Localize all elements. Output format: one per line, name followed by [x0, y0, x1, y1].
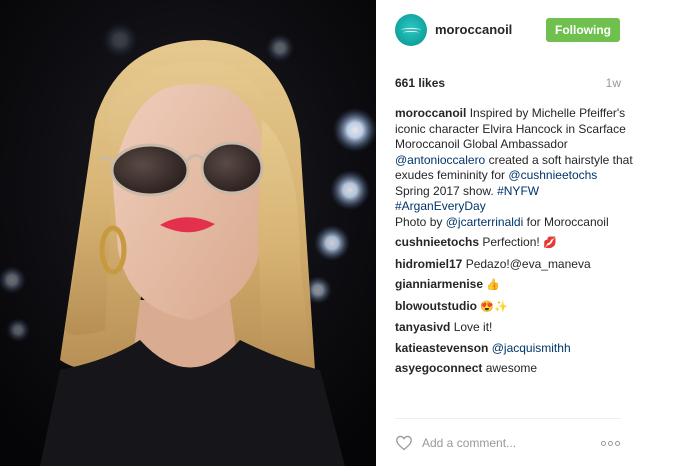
- author-username[interactable]: moroccanoil: [435, 22, 512, 37]
- heart-icon[interactable]: [395, 435, 413, 451]
- caption-text: Spring 2017 show.: [395, 183, 494, 198]
- mention-link[interactable]: @jcarterrinaldi: [446, 215, 524, 229]
- comment-username[interactable]: tanyasivd: [395, 320, 450, 334]
- post-header: moroccanoil Following: [376, 0, 700, 60]
- comment-username[interactable]: cushnieetochs: [395, 235, 479, 249]
- post-time[interactable]: 1w: [606, 76, 621, 90]
- comment-text: Love it!: [453, 320, 493, 334]
- mention-link[interactable]: @antonioccalero: [395, 153, 485, 167]
- mention-link[interactable]: @cushnieetochs: [508, 168, 597, 182]
- comment-username[interactable]: hidromiel17: [395, 257, 462, 271]
- comment-username[interactable]: blowoutstudio: [395, 299, 477, 313]
- comment-username[interactable]: gianniarmenise: [395, 277, 483, 291]
- comment-username[interactable]: katieastevenson: [395, 341, 488, 355]
- hashtag-link[interactable]: #NYFW: [497, 184, 539, 198]
- comment-text: Pedazo!@eva_maneva: [465, 256, 591, 271]
- caption: moroccanoil Inspired by Michelle Pfeiffe…: [395, 106, 633, 230]
- caption-username[interactable]: moroccanoil: [395, 106, 466, 120]
- likes-row: 661 likes 1w: [395, 76, 621, 92]
- lips-emoji-icon: 💋: [543, 237, 557, 249]
- caption-text: for Moroccanoil: [526, 214, 609, 229]
- comment-text: awesome: [485, 361, 538, 375]
- comment-item: blowoutstudio 😍✨: [395, 299, 633, 316]
- avatar[interactable]: [395, 14, 427, 46]
- likes-count[interactable]: 661 likes: [395, 76, 445, 90]
- hashtag-link[interactable]: #ArganEveryDay: [395, 199, 486, 213]
- caption-text: Photo by: [395, 214, 443, 229]
- comment-item: hidromiel17 Pedazo!@eva_maneva: [395, 257, 633, 273]
- post-side-panel: moroccanoil Following 661 likes 1w moroc…: [376, 0, 700, 466]
- runway-model-image: [0, 0, 376, 466]
- logo-wave-icon-2: [403, 31, 419, 34]
- thumbs-up-emoji-icon: 👍: [486, 279, 501, 291]
- comment-item: gianniarmenise 👍: [395, 277, 633, 294]
- comment-item: cushnieetochs Perfection! 💋: [395, 235, 633, 252]
- comment-text: Perfection!: [482, 235, 540, 249]
- comment-mention-link[interactable]: @jacquismithh: [492, 341, 571, 355]
- comment-item: tanyasivd Love it!: [395, 320, 633, 336]
- post-photo[interactable]: [0, 0, 376, 466]
- comment-item: katieastevenson @jacquismithh: [395, 341, 633, 357]
- comments-list: moroccanoil Inspired by Michelle Pfeiffe…: [395, 106, 633, 377]
- smile-sparkle-emoji-icon: 😍✨: [480, 300, 508, 313]
- more-options-icon[interactable]: [601, 441, 621, 447]
- comment-username[interactable]: asyegoconnect: [395, 361, 482, 375]
- comment-item: asyegoconnect awesome: [395, 361, 633, 377]
- add-comment-input[interactable]: Add a comment...: [422, 436, 516, 450]
- following-button[interactable]: Following: [546, 18, 620, 42]
- comment-footer: Add a comment...: [395, 418, 621, 466]
